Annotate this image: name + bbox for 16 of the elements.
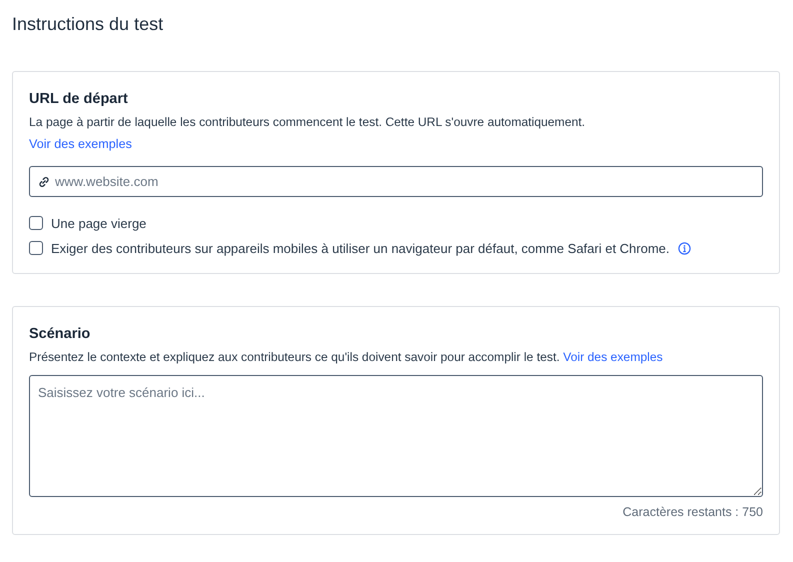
character-counter: Caractères restants : 750 xyxy=(622,505,763,519)
info-icon[interactable] xyxy=(678,242,691,254)
url-input-field[interactable]: www.website.com xyxy=(29,166,763,197)
scenario-text-field[interactable]: Saisissez votre scénario ici... xyxy=(29,375,763,497)
checkbox[interactable] xyxy=(29,216,43,230)
checkbox[interactable] xyxy=(29,241,43,255)
checkbox-label: Exiger des contributeurs sur appareils mobiles à utiliser un navigateur par défaut, comme Safari et Chrome. xyxy=(51,240,670,256)
section-heading: Scénario xyxy=(29,325,92,343)
link-icon xyxy=(38,176,50,188)
section-heading: URL de départ xyxy=(29,90,129,108)
examples-link[interactable]: Voir des exemples xyxy=(29,135,132,153)
examples-link[interactable]: Voir des exemples xyxy=(563,350,663,364)
checkbox-label: Une page vierge xyxy=(51,216,146,230)
page-title: Instructions du test xyxy=(12,13,164,36)
section-description: Présentez le contexte et expliquez aux contributeurs ce qu'ils doivent savoir pour accomplir le test. Voir des exemples xyxy=(29,349,664,366)
section-description: La page à partir de laquelle les contributeurs commencent le test. Cette URL s'ouvre automatiquement. xyxy=(29,114,586,131)
